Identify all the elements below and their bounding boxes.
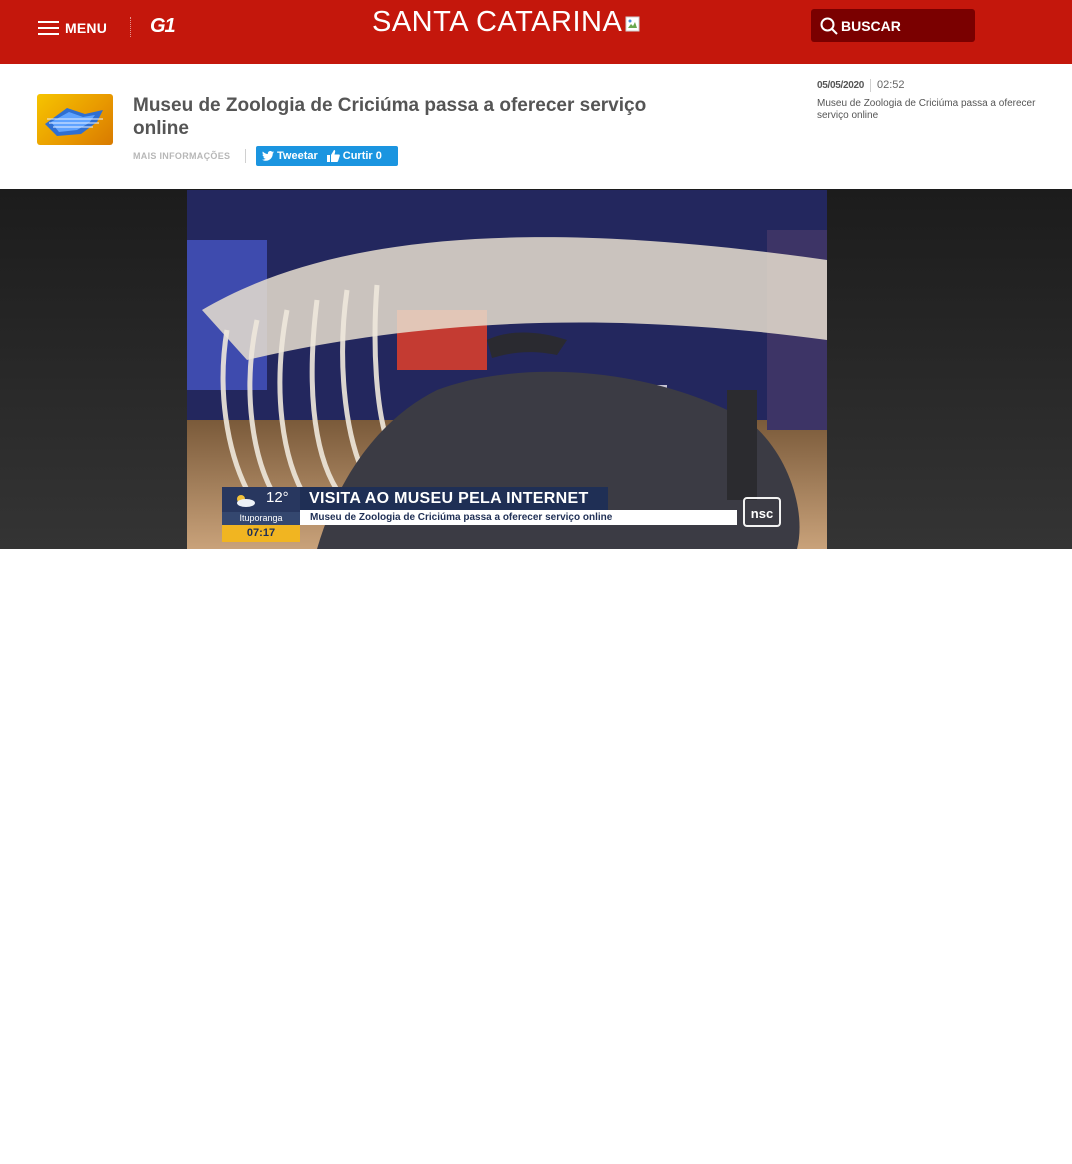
tweet-label: Tweetar [277, 150, 318, 162]
thumbs-up-icon [326, 150, 340, 162]
cloudy-sun-icon [237, 495, 255, 507]
date-divider [870, 79, 871, 92]
weather-temperature: 12° [266, 489, 289, 506]
menu-label: MENU [65, 20, 108, 36]
twitter-icon [262, 151, 274, 161]
tweet-button[interactable]: Tweetar [262, 150, 318, 162]
info-divider [245, 149, 246, 163]
like-button[interactable]: Curtir 0 [326, 150, 382, 162]
menu-button[interactable]: MENU [38, 17, 107, 39]
top-header: MENU G1 SANTA CATARINA BUSCAR [0, 0, 1072, 64]
more-info-link[interactable]: MAIS INFORMAÇÕES [133, 151, 230, 161]
video-duration: 02:52 [877, 79, 905, 91]
sidebar-video-title[interactable]: Museu de Zoologia de Criciúma passa a of… [817, 98, 1062, 122]
search-button[interactable]: BUSCAR [811, 9, 975, 42]
g1-logo[interactable]: G1 [150, 15, 176, 38]
search-icon [820, 17, 838, 35]
program-thumbnail[interactable] [37, 94, 113, 145]
broadcaster-logo: nsc [743, 497, 781, 527]
lower-third-headline: VISITA AO MUSEU PELA INTERNET [300, 487, 608, 511]
broadcast-time: 07:17 [222, 525, 300, 542]
search-label: BUSCAR [841, 17, 901, 34]
region-title[interactable]: SANTA CATARINA [372, 6, 622, 39]
video-title: Museu de Zoologia de Criciúma passa a of… [133, 95, 647, 139]
weather-city: Ituporanga [222, 512, 300, 525]
video-date: 05/05/2020 [817, 80, 865, 91]
header-divider [130, 17, 131, 37]
lower-third-subheadline: Museu de Zoologia de Criciúma passa a of… [300, 510, 737, 525]
hamburger-icon [38, 20, 59, 36]
like-label: Curtir 0 [342, 150, 382, 162]
broken-image-icon [625, 16, 640, 32]
program-logo-icon [45, 108, 103, 136]
social-buttons: Tweetar Curtir 0 [256, 146, 398, 166]
